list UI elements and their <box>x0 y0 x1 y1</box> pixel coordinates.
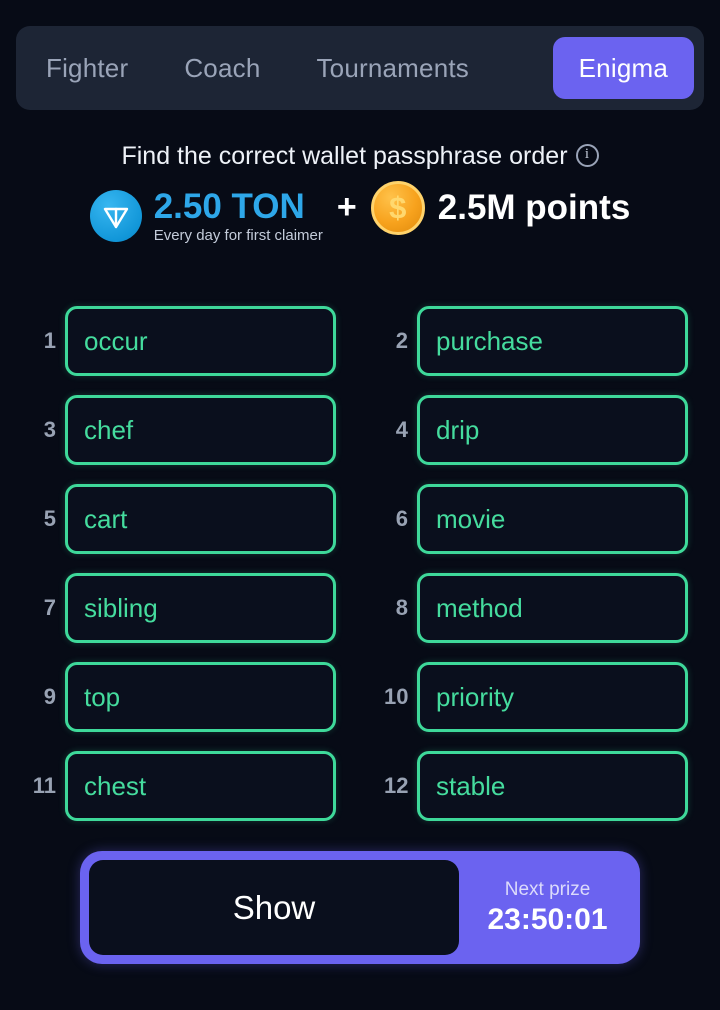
word-index: 10 <box>384 684 409 709</box>
grid-cell: 8 method <box>384 573 688 643</box>
word-text: drip <box>436 415 480 445</box>
word-box[interactable]: drip <box>417 395 688 465</box>
tab-coach[interactable]: Coach <box>162 37 282 99</box>
word-index: 7 <box>43 595 56 620</box>
grid-cell: 5 cart <box>32 484 336 554</box>
next-prize-panel[interactable]: Next prize 23:50:01 <box>459 851 640 964</box>
word-index: 12 <box>384 773 409 798</box>
dollar-coin-icon <box>370 181 425 235</box>
action-bar: Show Next prize 23:50:01 <box>80 851 640 964</box>
ton-logo-icon <box>89 190 142 242</box>
tab-tournaments-label: Tournaments <box>316 53 469 83</box>
show-button-label: Show <box>232 889 316 926</box>
word-index: 5 <box>43 506 56 531</box>
grid-cell: 1 occur <box>32 306 336 376</box>
word-box[interactable]: priority <box>417 662 688 732</box>
grid-cell: 10 priority <box>384 662 688 732</box>
tab-enigma[interactable]: Enigma <box>552 37 694 99</box>
word-index: 11 <box>32 773 56 798</box>
word-index: 3 <box>43 417 56 442</box>
word-text: cart <box>84 504 128 534</box>
next-prize-countdown: 23:50:01 <box>487 902 608 936</box>
grid-cell: 6 movie <box>384 484 688 554</box>
word-text: chef <box>84 415 134 445</box>
ton-amount: 2.50 TON <box>153 187 305 226</box>
grid-cell: 4 drip <box>384 395 688 465</box>
word-box[interactable]: chef <box>65 395 336 465</box>
word-box[interactable]: top <box>65 662 336 732</box>
ton-prize-block: 2.50 TON Every day for first claimer <box>153 187 323 245</box>
next-prize-label: Next prize <box>504 878 591 900</box>
word-text: sibling <box>84 593 158 623</box>
app-root: Fighter Coach Tournaments Enigma Find th… <box>0 0 720 1010</box>
word-box[interactable]: cart <box>65 484 336 554</box>
tab-enigma-label: Enigma <box>578 53 668 83</box>
points-amount: 2.5M points <box>437 188 631 227</box>
word-text: purchase <box>436 326 543 356</box>
word-text: stable <box>436 771 506 801</box>
word-box[interactable]: stable <box>417 751 688 821</box>
word-box[interactable]: chest <box>65 751 336 821</box>
tab-fighter-label: Fighter <box>46 53 129 83</box>
word-box[interactable]: method <box>417 573 688 643</box>
word-text: priority <box>436 682 515 712</box>
grid-cell: 12 stable <box>384 751 688 821</box>
prize-summary: 2.50 TON Every day for first claimer + 2… <box>0 181 720 245</box>
grid-cell: 3 chef <box>32 395 336 465</box>
word-box[interactable]: occur <box>65 306 336 376</box>
grid-cell: 9 top <box>32 662 336 732</box>
grid-cell: 2 purchase <box>384 306 688 376</box>
word-box[interactable]: sibling <box>65 573 336 643</box>
tab-tournaments[interactable]: Tournaments <box>294 37 491 99</box>
word-text: occur <box>84 326 148 356</box>
word-index: 9 <box>43 684 56 709</box>
page-title-text: Find the correct wallet passphrase order <box>121 142 568 170</box>
word-text: movie <box>436 504 506 534</box>
word-index: 6 <box>395 506 408 531</box>
grid-cell: 11 chest <box>32 751 336 821</box>
ton-subtitle: Every day for first claimer <box>153 227 323 244</box>
page-title: Find the correct wallet passphrase order <box>0 140 720 172</box>
word-index: 2 <box>395 328 408 353</box>
word-box[interactable]: purchase <box>417 306 688 376</box>
info-circle-icon[interactable] <box>575 144 599 167</box>
grid-cell: 7 sibling <box>32 573 336 643</box>
tab-coach-label: Coach <box>184 53 261 83</box>
word-index: 4 <box>395 417 408 442</box>
tab-fighter[interactable]: Fighter <box>24 37 150 99</box>
word-index: 1 <box>43 328 56 353</box>
main-tab-bar: Fighter Coach Tournaments Enigma <box>16 26 704 110</box>
prize-separator: + <box>336 187 357 226</box>
word-box[interactable]: movie <box>417 484 688 554</box>
word-text: top <box>84 682 121 712</box>
show-button[interactable]: Show <box>89 860 459 955</box>
word-text: method <box>436 593 523 623</box>
word-text: chest <box>84 771 147 801</box>
word-index: 8 <box>395 595 408 620</box>
passphrase-grid: 1 occur 2 purchase 3 chef 4 drip 5 cart … <box>0 306 720 821</box>
